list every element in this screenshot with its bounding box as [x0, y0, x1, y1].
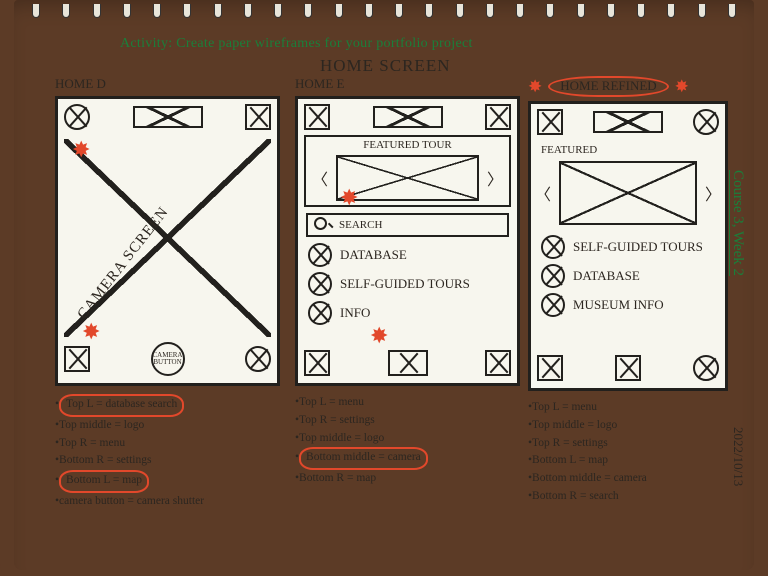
featured-tour-label: FEATURED TOUR — [306, 137, 509, 151]
bottom-left-icon — [304, 350, 330, 376]
top-right-icon — [485, 104, 511, 130]
top-left-icon — [537, 109, 563, 135]
wireframe-e-frame: FEATURED TOUR 〈 〉 ✸ SEARCH DATABASE SELF… — [295, 96, 520, 386]
star-annotation-icon: ✸ — [340, 185, 358, 211]
wireframe-refined-frame: FEATURED 〈 〉 SELF-GUIDED TOURS DATABASE … — [528, 101, 728, 391]
star-annotation-icon: ✸ — [72, 137, 90, 163]
featured-image-placeholder — [559, 161, 697, 225]
featured-label: FEATURED — [531, 140, 725, 156]
wireframe-refined-notes: •Top L = menu •Top middle = logo •Top R … — [528, 399, 728, 506]
chevron-left-icon: 〈 — [310, 166, 330, 190]
logo-placeholder-icon — [373, 106, 443, 128]
logo-placeholder-icon — [593, 111, 663, 133]
chevron-right-icon: 〉 — [485, 166, 505, 190]
top-right-icon — [245, 104, 271, 130]
top-left-icon — [304, 104, 330, 130]
search-bar: SEARCH — [306, 213, 509, 237]
option-database: DATABASE — [541, 264, 715, 288]
course-label: Course 3, Week 2 — [729, 170, 746, 276]
chevron-right-icon: 〉 — [703, 181, 723, 205]
wireframe-e-notes: •Top L = menu •Top R = settings •Top mid… — [295, 394, 520, 488]
star-annotation-icon: ✸ — [675, 78, 689, 95]
option-icon — [541, 293, 565, 317]
option-icon — [541, 264, 565, 288]
notebook-spiral — [28, 4, 740, 18]
bottom-middle-icon — [615, 355, 641, 381]
page-title: HOME SCREEN — [320, 56, 450, 76]
option-self-guided: SELF-GUIDED TOURS — [308, 272, 507, 296]
option-icon — [308, 272, 332, 296]
top-left-icon — [64, 104, 90, 130]
top-right-icon — [693, 109, 719, 135]
date-label: 2022/10/13 — [730, 427, 746, 486]
option-icon — [541, 235, 565, 259]
activity-heading: Activity: Create paper wireframes for yo… — [120, 36, 473, 52]
wireframe-d-notes: •Top L = database search •Top middle = l… — [55, 394, 280, 511]
logo-placeholder-icon — [133, 106, 203, 128]
bottom-left-icon — [537, 355, 563, 381]
option-icon — [308, 243, 332, 267]
bottom-left-icon — [64, 346, 90, 372]
option-database: DATABASE — [308, 243, 507, 267]
chevron-left-icon: 〈 — [533, 181, 553, 205]
option-info: INFO — [308, 301, 507, 325]
option-icon — [308, 301, 332, 325]
camera-shutter-button: CAMERA BUTTON — [151, 342, 185, 376]
wireframe-refined-title: ✸ HOME REFINED ✸ — [528, 76, 728, 97]
bottom-middle-icon — [388, 350, 428, 376]
option-museum-info: MUSEUM INFO — [541, 293, 715, 317]
bottom-right-icon — [485, 350, 511, 376]
search-icon — [314, 217, 333, 233]
wireframe-d-frame: CAMERA SCREEN ✸ ✸ CAMERA BUTTON — [55, 96, 280, 386]
wireframe-e-title: HOME E — [295, 76, 520, 92]
bottom-right-icon — [693, 355, 719, 381]
bottom-right-icon — [245, 346, 271, 372]
option-self-guided: SELF-GUIDED TOURS — [541, 235, 715, 259]
wireframe-d-title: HOME D — [55, 76, 280, 92]
star-annotation-icon: ✸ — [528, 78, 542, 95]
